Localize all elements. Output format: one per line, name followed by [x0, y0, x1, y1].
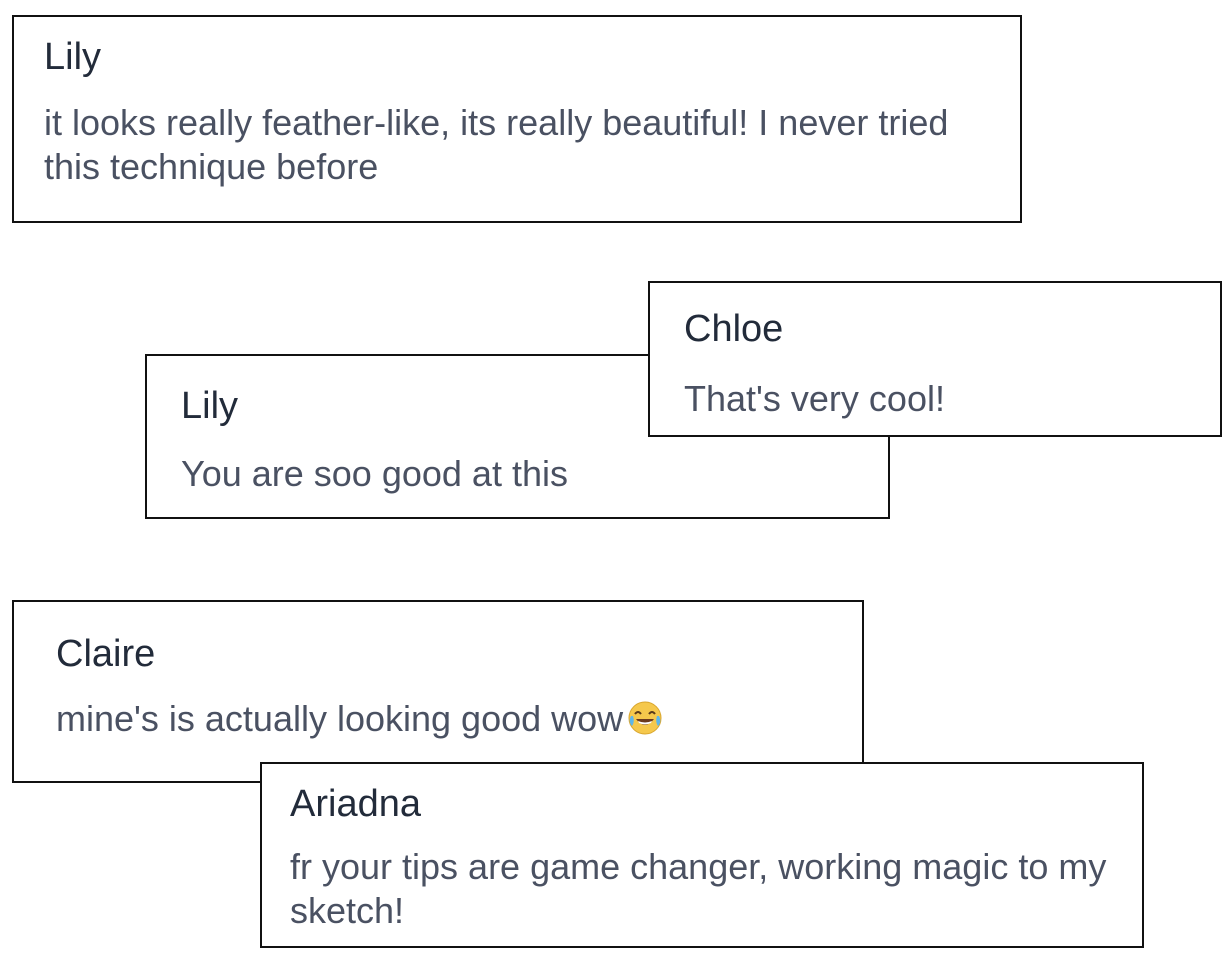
comment-text: fr your tips are game changer, working m… — [290, 846, 1107, 931]
tears-of-joy-emoji-icon — [628, 701, 662, 735]
comment-text: You are soo good at this — [181, 453, 568, 494]
comment-card: Claire mine's is actually looking good w… — [12, 600, 864, 783]
comment-text: it looks really feather-like, its really… — [44, 102, 949, 187]
comment-author: Claire — [56, 633, 156, 675]
comment-text: That's very cool! — [684, 378, 945, 419]
comment-card: Ariadna fr your tips are game changer, w… — [260, 762, 1144, 948]
comment-author: Lily — [181, 385, 239, 427]
comment-card: Lily it looks really feather-like, its r… — [12, 15, 1022, 223]
comment-author: Ariadna — [290, 783, 421, 825]
comment-card: Chloe That's very cool! — [648, 281, 1222, 437]
comment-author: Chloe — [684, 308, 784, 350]
comment-text: mine's is actually looking good wow — [56, 698, 624, 739]
comment-author: Lily — [44, 36, 102, 78]
comment-text-line: mine's is actually looking good wow — [56, 697, 846, 741]
